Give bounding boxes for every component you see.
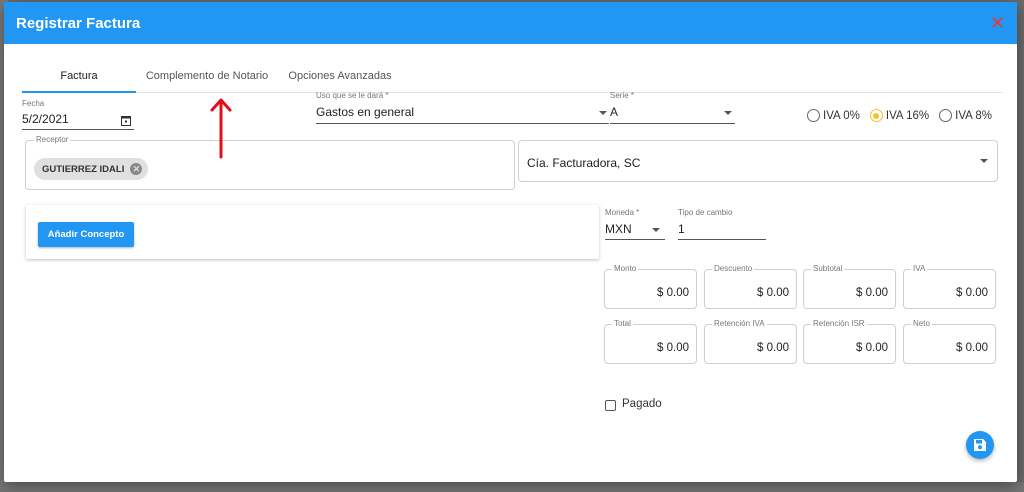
chevron-down-icon[interactable] [724,111,732,115]
tipo-cambio-label: Tipo de cambio [678,208,733,217]
pagado-label: Pagado [622,398,662,410]
emisor-select[interactable]: Cía. Facturadora, SC [518,140,998,182]
serie-label: Serie * [610,91,635,100]
receptor-label: Receptor [34,135,71,144]
radio-iva-16[interactable]: IVA 16% [869,109,929,122]
fecha-input[interactable]: 5/2/2021 [22,112,69,126]
radio-iva-0[interactable]: IVA 0% [807,109,860,122]
fecha-underline [22,129,134,130]
iva-radio-group: IVA 0% IVA 16% IVA 8% [807,109,996,122]
neto-field: Neto $ 0.00 [903,319,996,364]
dialog-header: Registrar Factura ✕ [4,2,1017,44]
tipo-cambio-underline [678,239,766,240]
pagado-checkbox[interactable] [605,400,616,411]
chevron-down-icon[interactable] [980,159,988,163]
chevron-down-icon[interactable] [652,228,660,232]
remove-chip-icon[interactable]: ✕ [130,163,143,175]
tab-opciones-avanzadas[interactable]: Opciones Avanzadas [278,60,402,93]
moneda-select[interactable]: MXN [605,222,632,236]
save-button[interactable] [966,431,994,459]
tipo-cambio-input[interactable]: 1 [678,222,685,236]
conceptos-card: Añadir Concepto [26,205,599,259]
retencion-isr-field: Retención ISR $ 0.00 [803,319,896,364]
chevron-down-icon[interactable] [599,111,607,115]
subtotal-field: Subtotal $ 0.00 [803,264,896,309]
save-icon [974,439,986,451]
monto-field: Monto $ 0.00 [604,264,697,309]
backdrop-bottom [0,482,1024,492]
tab-factura[interactable]: Factura [22,60,136,93]
retencion-iva-field: Retención IVA $ 0.00 [704,319,797,364]
serie-select[interactable]: A [610,105,618,119]
moneda-underline [605,239,665,240]
descuento-field: Descuento $ 0.00 [704,264,797,309]
uso-select[interactable]: Gastos en general [316,105,414,119]
iva-field: IVA $ 0.00 [903,264,996,309]
emisor-value: Cía. Facturadora, SC [527,156,641,170]
uso-label: Uso que se le dará * [316,91,389,100]
uso-underline [316,123,609,124]
total-field: Total $ 0.00 [604,319,697,364]
add-concept-button[interactable]: Añadir Concepto [38,222,134,247]
dialog-title: Registrar Factura [16,14,141,32]
close-icon[interactable]: ✕ [990,14,1005,32]
annotation-arrow-icon [210,98,232,159]
receptor-field[interactable]: Receptor GUTIERREZ IDALI ✕ [25,135,515,190]
moneda-label: Moneda * [605,208,640,217]
tab-bar: Factura Complemento de Notario Opciones … [22,60,1002,93]
radio-iva-8[interactable]: IVA 8% [939,109,992,122]
serie-underline [610,123,735,124]
fecha-label: Fecha [22,99,45,108]
tab-complemento-notario[interactable]: Complemento de Notario [136,60,278,93]
receptor-chip: GUTIERREZ IDALI ✕ [34,158,149,180]
registrar-factura-dialog: Registrar Factura ✕ Factura Complemento … [4,2,1017,482]
